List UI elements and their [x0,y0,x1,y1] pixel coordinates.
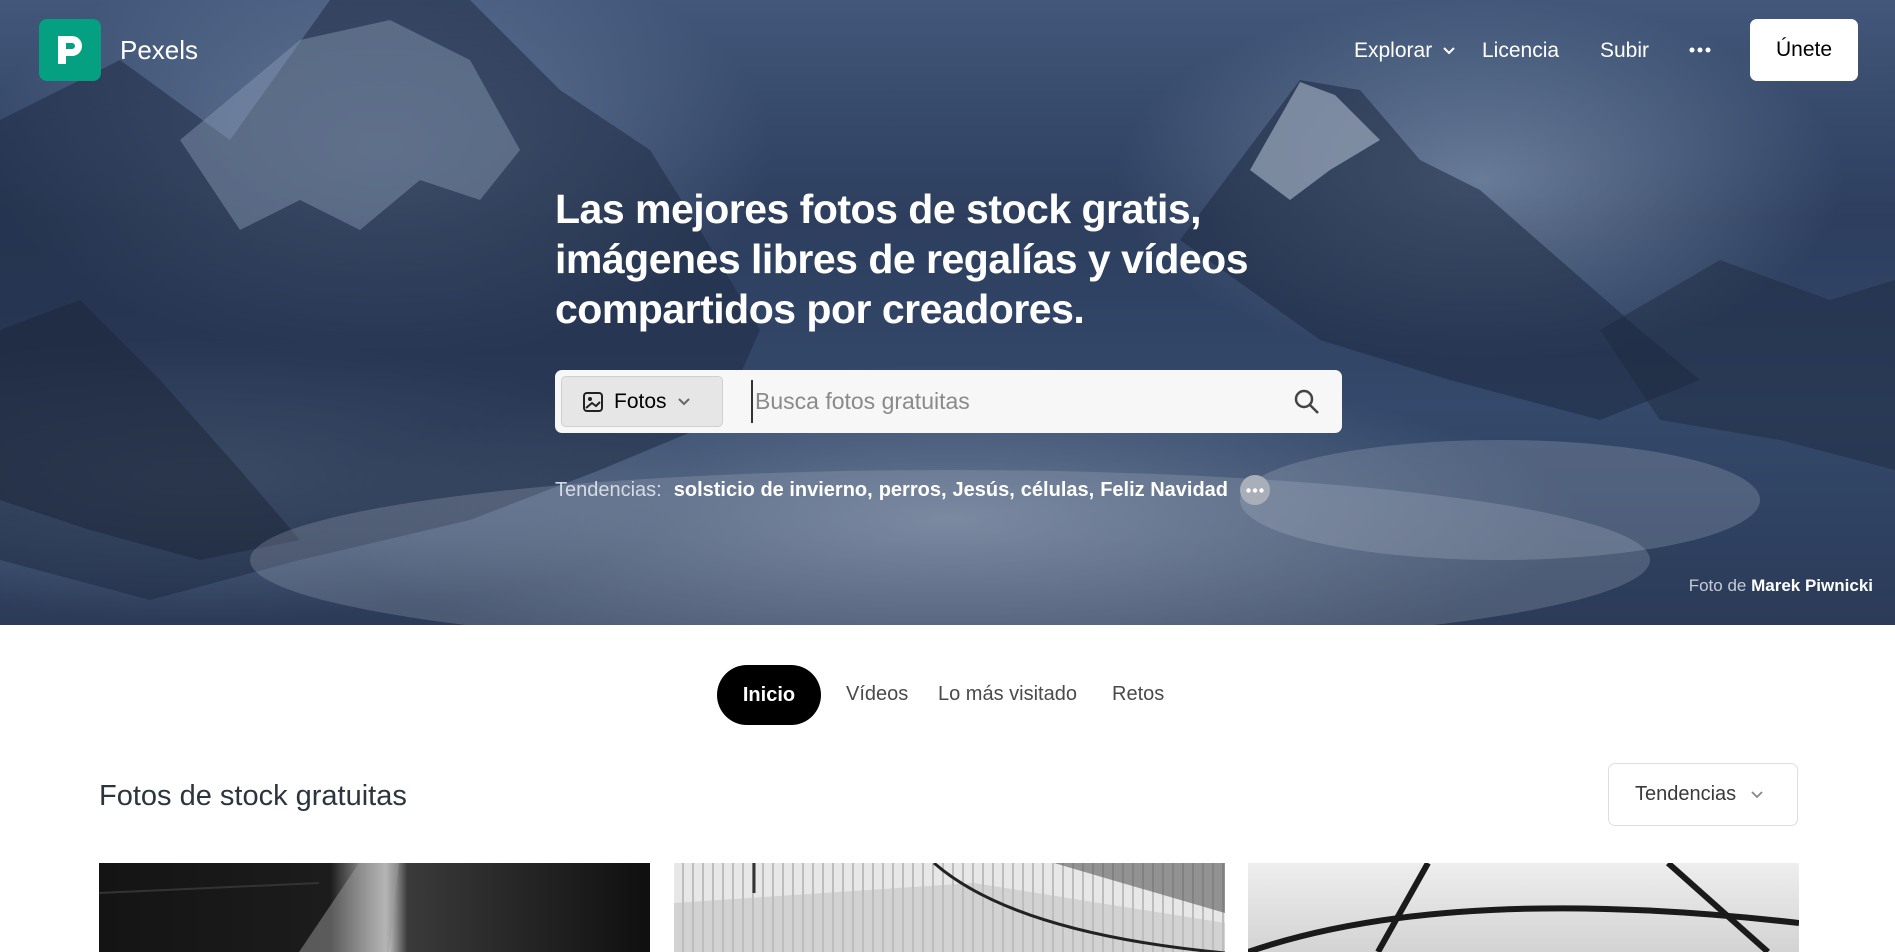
nav-explore[interactable]: Explorar [1354,39,1456,63]
pexels-logo[interactable] [39,19,101,81]
join-button[interactable]: Únete [1750,19,1858,81]
tab-home[interactable]: Inicio [717,665,821,725]
sort-select-label: Tendencias [1635,783,1737,805]
photo-image [99,863,399,952]
trending-term[interactable]: perros [879,479,941,502]
ellipsis-icon [1246,487,1264,493]
photographer-link[interactable]: Marek Piwnicki [1751,576,1873,595]
trending-term[interactable]: solsticio de invierno [674,479,867,502]
brand-name[interactable]: Pexels [120,35,198,66]
more-trending-button[interactable] [1240,475,1270,505]
photo-card[interactable] [99,863,650,952]
search-input[interactable] [751,380,1271,423]
trending-term[interactable]: Feliz Navidad [1100,479,1228,502]
photo-card[interactable] [1248,863,1799,952]
sort-select[interactable]: Tendencias [1608,763,1798,826]
trending-label: Tendencias: [555,478,662,501]
nav-explore-label: Explorar [1354,39,1433,62]
image-icon [583,391,603,412]
photo-credit: Foto de Marek Piwnicki [1689,576,1873,596]
search-icon[interactable] [1293,388,1321,416]
nav-license[interactable]: Licencia [1482,39,1559,63]
ellipsis-icon [1689,47,1711,53]
photo-card[interactable] [674,863,1225,952]
trending-term[interactable]: células [1021,479,1089,502]
photo-image [1248,863,1799,952]
media-type-label: Fotos [614,389,667,413]
pexels-logo-icon [58,36,82,64]
search-bar: Fotos [555,370,1342,433]
chevron-down-icon [1751,790,1763,798]
nav-upload[interactable]: Subir [1600,39,1649,63]
photo-image [674,863,1225,952]
chevron-down-icon [677,397,690,405]
section-title: Fotos de stock gratuitas [99,780,407,812]
chevron-down-icon [1443,47,1455,55]
trending-term[interactable]: Jesús [953,479,1010,502]
media-type-select[interactable]: Fotos [561,376,723,427]
hero-headline: Las mejores fotos de stock gratis, imáge… [555,186,1249,332]
trending-searches: Tendencias: solsticio de invierno, perro… [555,475,1270,505]
tab-challenges[interactable]: Retos [1112,683,1164,706]
hero-banner: Pexels Explorar Licencia Subir Únete Las… [0,0,1895,625]
photo-credit-prefix: Foto de [1688,576,1747,595]
more-options-button[interactable] [1688,38,1712,62]
tab-popular[interactable]: Lo más visitado [938,683,1077,706]
tab-videos[interactable]: Vídeos [846,683,908,706]
